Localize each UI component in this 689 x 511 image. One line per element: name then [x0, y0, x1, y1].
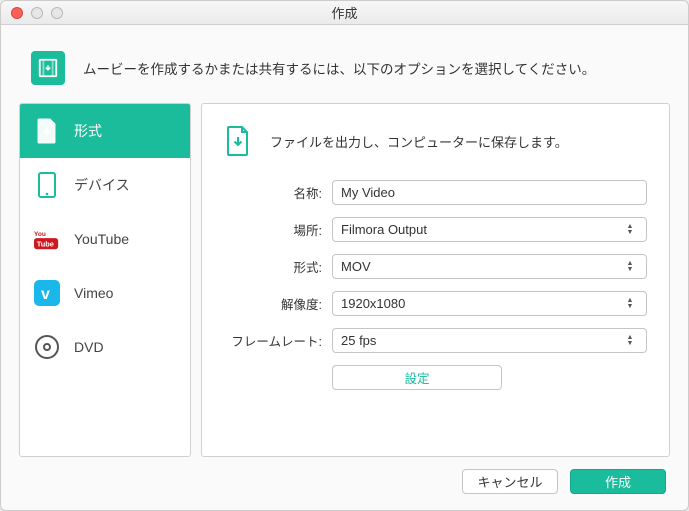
intro-row: ムービーを作成するかまたは共有するには、以下のオプションを選択してください。: [19, 45, 670, 103]
location-select[interactable]: Filmora Output ▲▼: [332, 217, 647, 242]
svg-text:v: v: [41, 286, 50, 303]
intro-text: ムービーを作成するかまたは共有するには、以下のオプションを選択してください。: [83, 58, 595, 78]
sidebar-item-format[interactable]: 形式: [20, 104, 190, 158]
sidebar-item-label: YouTube: [74, 231, 129, 247]
location-label: 場所:: [224, 220, 332, 239]
name-label: 名称:: [224, 183, 332, 202]
stepper-icon: ▲▼: [622, 335, 638, 347]
format-value: MOV: [341, 259, 371, 274]
phone-icon: [34, 172, 60, 198]
stepper-icon: ▲▼: [622, 224, 638, 236]
svg-text:You: You: [34, 231, 46, 238]
format-select[interactable]: MOV ▲▼: [332, 254, 647, 279]
disc-icon: [34, 334, 60, 360]
row-framerate: フレームレート: 25 fps ▲▼: [224, 328, 647, 353]
format-label: 形式:: [224, 257, 332, 276]
location-value: Filmora Output: [341, 222, 427, 237]
resolution-value: 1920x1080: [341, 296, 405, 311]
window-title: 作成: [1, 3, 688, 22]
settings-button[interactable]: 設定: [332, 365, 502, 390]
svg-text:Tube: Tube: [37, 239, 54, 248]
framerate-select[interactable]: 25 fps ▲▼: [332, 328, 647, 353]
create-button[interactable]: 作成: [570, 469, 666, 494]
file-save-icon: [224, 124, 252, 158]
file-download-icon: [34, 118, 60, 144]
row-location: 場所: Filmora Output ▲▼: [224, 217, 647, 242]
sidebar-item-label: Vimeo: [74, 285, 113, 301]
resolution-select[interactable]: 1920x1080 ▲▼: [332, 291, 647, 316]
sidebar-item-youtube[interactable]: YouTube YouTube: [20, 212, 190, 266]
content-header: ファイルを出力し、コンピューターに保存します。: [224, 124, 647, 158]
traffic-lights: [1, 7, 63, 19]
row-resolution: 解像度: 1920x1080 ▲▼: [224, 291, 647, 316]
row-name: 名称:: [224, 180, 647, 205]
cancel-label: キャンセル: [477, 472, 542, 491]
sidebar-item-label: デバイス: [74, 175, 130, 195]
vimeo-icon: v: [34, 280, 60, 306]
movie-export-icon: [31, 51, 65, 85]
footer: キャンセル 作成: [19, 457, 670, 496]
stepper-icon: ▲▼: [622, 298, 638, 310]
cancel-button[interactable]: キャンセル: [462, 469, 558, 494]
resolution-label: 解像度:: [224, 294, 332, 313]
framerate-value: 25 fps: [341, 333, 376, 348]
sidebar-item-dvd[interactable]: DVD: [20, 320, 190, 374]
stepper-icon: ▲▼: [622, 261, 638, 273]
name-input[interactable]: [332, 180, 647, 205]
framerate-label: フレームレート:: [224, 331, 332, 350]
sidebar: 形式 デバイス YouTube YouTube v: [19, 103, 191, 457]
row-format: 形式: MOV ▲▼: [224, 254, 647, 279]
panels: 形式 デバイス YouTube YouTube v: [19, 103, 670, 457]
sidebar-item-label: DVD: [74, 339, 104, 355]
sidebar-item-device[interactable]: デバイス: [20, 158, 190, 212]
youtube-icon: YouTube: [34, 226, 60, 252]
minimize-button[interactable]: [31, 7, 43, 19]
window-body: ムービーを作成するかまたは共有するには、以下のオプションを選択してください。 形…: [1, 25, 688, 510]
sidebar-item-label: 形式: [74, 121, 102, 141]
maximize-button[interactable]: [51, 7, 63, 19]
create-label: 作成: [605, 472, 631, 491]
settings-label: 設定: [404, 368, 429, 387]
titlebar: 作成: [1, 1, 688, 25]
close-button[interactable]: [11, 7, 23, 19]
content-panel: ファイルを出力し、コンピューターに保存します。 名称: 場所: Filmora …: [201, 103, 670, 457]
export-window: 作成 ムービーを作成するかまたは共有するには、以下のオプションを選択してください…: [0, 0, 689, 511]
content-header-text: ファイルを出力し、コンピューターに保存します。: [270, 132, 568, 151]
sidebar-item-vimeo[interactable]: v Vimeo: [20, 266, 190, 320]
